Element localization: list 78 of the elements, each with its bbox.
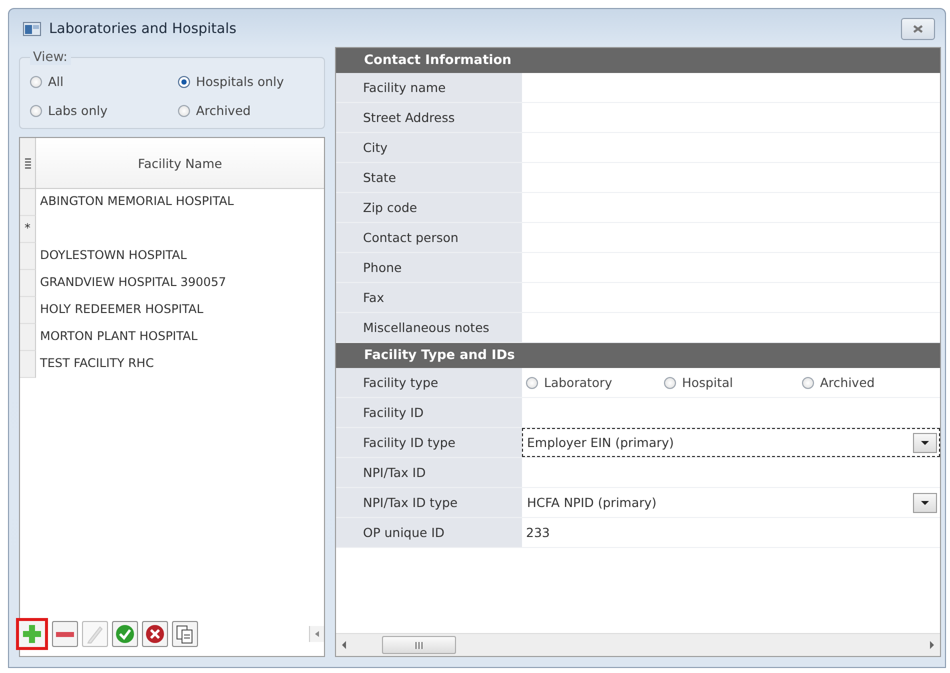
cancel-icon	[145, 624, 165, 644]
field-label: Facility name	[336, 73, 522, 102]
field-label: OP unique ID	[336, 518, 522, 547]
copy-button[interactable]	[172, 621, 198, 647]
cancel-button[interactable]	[142, 621, 168, 647]
radio-option[interactable]: All	[30, 74, 178, 89]
window-title: Laboratories and Hospitals	[49, 21, 238, 37]
add-button[interactable]	[16, 618, 48, 650]
caret-icon	[921, 500, 929, 504]
table-cell[interactable]: ABINGTON MEMORIAL HOSPITAL	[36, 189, 324, 216]
table-cell[interactable]: MORTON PLANT HOSPITAL	[36, 324, 324, 351]
field-label: Street Address	[336, 103, 522, 132]
field-label: Miscellaneous notes	[336, 313, 522, 342]
left-arrow-icon	[342, 641, 346, 649]
section-header: Facility Type and IDs	[336, 343, 940, 368]
left-arrow-icon	[315, 631, 319, 637]
section-header: Contact Information	[336, 48, 940, 73]
field-label: City	[336, 133, 522, 162]
field-label: Fax	[336, 283, 522, 312]
copy-icon	[175, 624, 195, 644]
grip-icon	[415, 642, 423, 648]
field-value: 233	[526, 525, 550, 540]
lines-icon	[24, 158, 30, 168]
group-label: View:	[30, 50, 71, 65]
radio-circle[interactable]	[178, 76, 190, 88]
dropdown-value: HCFA NPID (primary)	[527, 495, 657, 510]
pencil-icon	[85, 624, 105, 644]
caret-icon	[921, 440, 929, 444]
dropdown-arrow-button[interactable]	[913, 492, 937, 512]
radio-option[interactable]: Labs only	[30, 103, 178, 118]
checkmark-icon	[115, 624, 135, 644]
scrollbar[interactable]	[309, 626, 324, 642]
scroll-thumb[interactable]	[382, 636, 456, 654]
dropdown[interactable]: Employer EIN (primary)	[522, 428, 940, 457]
radio-circle[interactable]	[30, 104, 42, 116]
radio-circle[interactable]	[526, 376, 538, 388]
field-label: Phone	[336, 253, 522, 282]
accept-button[interactable]	[112, 621, 138, 647]
table-cell[interactable]: DOYLESTOWN HOSPITAL	[36, 243, 324, 270]
close-icon	[912, 24, 924, 34]
table-cell[interactable]: GRANDVIEW HOSPITAL 390057	[36, 270, 324, 297]
table-cell[interactable]: HOLY REDEEMER HOSPITAL	[36, 297, 324, 324]
field-label: NPI/Tax ID	[336, 458, 522, 487]
remove-button[interactable]	[52, 621, 78, 647]
radio-circle[interactable]	[178, 104, 190, 116]
radio-circle[interactable]	[802, 376, 814, 388]
plus-icon	[22, 624, 42, 644]
field-label: Facility ID type	[336, 428, 522, 457]
row-selector[interactable]	[20, 297, 36, 324]
field-label: State	[336, 163, 522, 192]
close-button[interactable]	[901, 18, 935, 40]
radio-circle[interactable]	[30, 76, 42, 88]
right-arrow-icon	[930, 641, 934, 649]
row-selector[interactable]	[20, 324, 36, 351]
field-label: NPI/Tax ID type	[336, 488, 522, 517]
dropdown-arrow-button[interactable]	[913, 432, 937, 452]
row-selector[interactable]	[20, 270, 36, 297]
row-selector[interactable]	[20, 189, 36, 216]
horizontal-scrollbar[interactable]	[336, 633, 940, 656]
radio-circle[interactable]	[664, 376, 676, 388]
radio-option[interactable]: Hospitals only	[178, 74, 314, 89]
app-icon	[23, 22, 41, 36]
row-selector[interactable]	[20, 351, 36, 378]
field-label: Zip code	[336, 193, 522, 222]
field-label: Facility type	[336, 368, 522, 397]
radio-option[interactable]: Archived	[178, 103, 314, 118]
minus-icon	[56, 632, 74, 636]
dropdown[interactable]: HCFA NPID (primary)	[522, 488, 940, 517]
field-label: Facility ID	[336, 398, 522, 427]
input-field[interactable]: 233	[522, 518, 940, 547]
radio-option[interactable]: Archived	[802, 375, 940, 390]
dropdown-value: Employer EIN (primary)	[527, 435, 674, 450]
table-cell[interactable]: TEST FACILITY RHC	[36, 351, 324, 378]
row-selector[interactable]	[20, 243, 36, 270]
field-label: Contact person	[336, 223, 522, 252]
new-row-marker: *	[20, 216, 36, 243]
radio-option[interactable]: Laboratory	[526, 375, 664, 390]
radio-option[interactable]: Hospital	[664, 375, 802, 390]
